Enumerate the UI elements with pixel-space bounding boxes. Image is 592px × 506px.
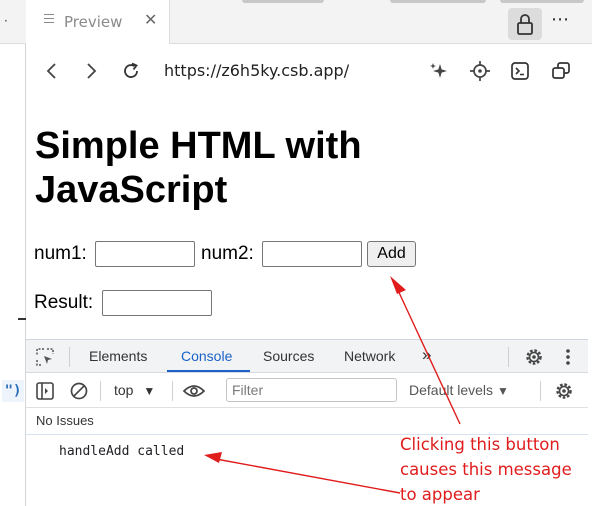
console-message: handleAdd called bbox=[59, 444, 185, 459]
more-vertical-icon[interactable] bbox=[562, 347, 574, 367]
annotation-line: to appear bbox=[400, 485, 480, 504]
lock-button[interactable] bbox=[508, 8, 542, 40]
inspect-icon[interactable] bbox=[35, 347, 55, 367]
copy-window-icon[interactable] bbox=[550, 60, 572, 82]
gear-icon[interactable] bbox=[553, 380, 575, 402]
annotation-line: Clicking this button bbox=[400, 435, 560, 454]
issues-status[interactable]: No Issues bbox=[36, 413, 94, 428]
divider bbox=[172, 381, 173, 401]
result-label: Result: bbox=[34, 292, 94, 313]
num1-input[interactable] bbox=[95, 241, 195, 267]
chevron-down-icon: ▼ bbox=[143, 384, 156, 398]
divider bbox=[508, 347, 509, 367]
forward-icon[interactable] bbox=[80, 60, 102, 82]
editor-tab-edge: · bbox=[0, 0, 26, 44]
context-select[interactable]: top ▼ bbox=[114, 382, 155, 398]
lock-icon bbox=[517, 14, 533, 35]
tab-elements[interactable]: Elements bbox=[89, 348, 147, 364]
sparkle-icon[interactable] bbox=[428, 60, 450, 82]
more-tabs-icon[interactable]: » bbox=[422, 345, 431, 365]
gear-icon[interactable] bbox=[523, 346, 545, 368]
active-tab-indicator bbox=[167, 370, 250, 372]
issues-row bbox=[26, 408, 588, 435]
tab-hint bbox=[242, 0, 324, 3]
editor-strip bbox=[0, 0, 26, 506]
result-output[interactable] bbox=[102, 290, 212, 316]
preview-tab-icon bbox=[44, 14, 54, 26]
tab-hint bbox=[500, 0, 584, 3]
annotation-note: Clicking this button causes this message… bbox=[400, 432, 590, 506]
sidebar-icon[interactable] bbox=[35, 381, 55, 401]
page-title: Simple HTML with JavaScript bbox=[35, 125, 362, 211]
tab-sources[interactable]: Sources bbox=[263, 348, 314, 364]
divider bbox=[69, 347, 70, 367]
back-icon[interactable] bbox=[41, 60, 63, 82]
close-icon[interactable]: ✕ bbox=[144, 10, 157, 29]
terminal-icon[interactable] bbox=[509, 60, 531, 82]
num2-label: num2: bbox=[201, 243, 254, 264]
divider bbox=[100, 381, 101, 401]
add-button[interactable]: Add bbox=[367, 241, 416, 267]
tab-console[interactable]: Console bbox=[181, 348, 232, 364]
levels-select[interactable]: Default levels ▼ bbox=[409, 382, 509, 398]
chevron-down-icon: ▼ bbox=[496, 384, 509, 398]
annotation-line: causes this message bbox=[400, 460, 572, 479]
more-options-button[interactable]: ⋯ bbox=[551, 9, 570, 30]
divider bbox=[540, 381, 541, 401]
tab-preview-label: Preview bbox=[64, 13, 123, 31]
eye-icon[interactable] bbox=[182, 380, 206, 402]
editor-tab-dot: · bbox=[4, 14, 8, 28]
tab-hint bbox=[390, 0, 486, 3]
levels-value: Default levels bbox=[409, 382, 494, 398]
context-value: top bbox=[114, 382, 134, 398]
url-bar[interactable]: https://z6h5ky.csb.app/ bbox=[164, 61, 349, 80]
clear-icon[interactable] bbox=[69, 381, 89, 401]
editor-cursor bbox=[18, 318, 26, 320]
filter-input[interactable]: Filter bbox=[226, 378, 397, 402]
num1-label: num1: bbox=[34, 243, 87, 264]
tab-network[interactable]: Network bbox=[344, 348, 395, 364]
crosshair-icon[interactable] bbox=[469, 60, 491, 82]
editor-paren-token: ") bbox=[2, 380, 24, 402]
reload-icon[interactable] bbox=[120, 60, 142, 82]
num2-input[interactable] bbox=[262, 241, 362, 267]
